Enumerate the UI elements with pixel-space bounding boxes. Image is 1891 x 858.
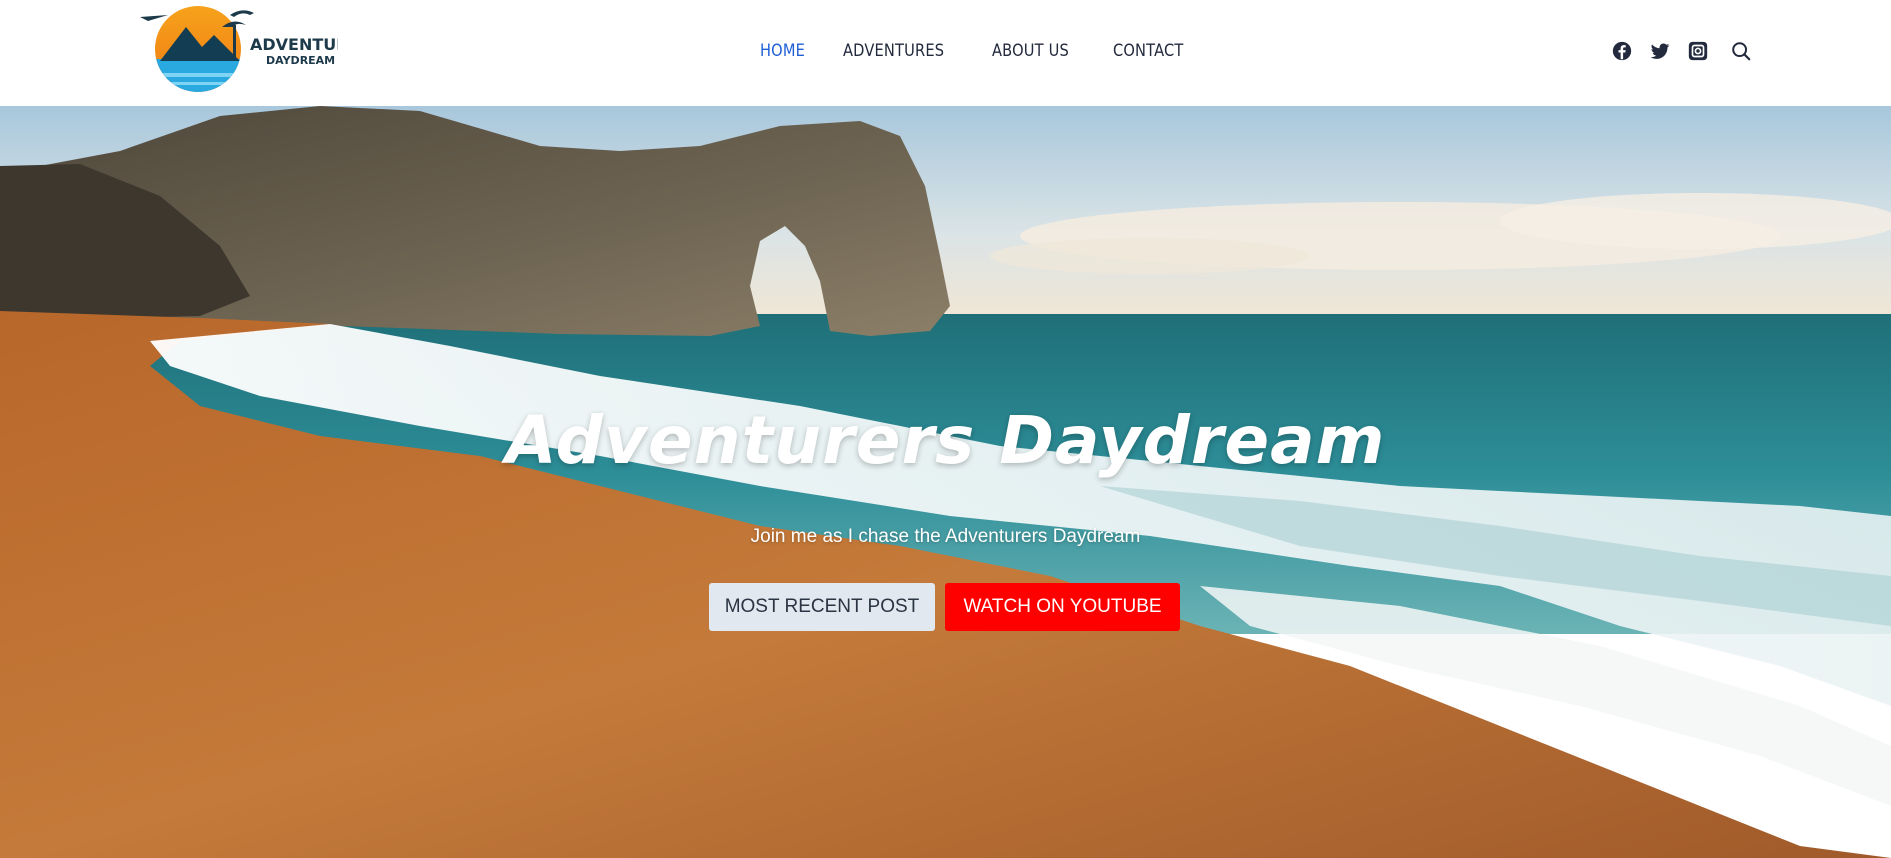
nav-adventures[interactable]: ADVENTURES xyxy=(843,41,944,61)
instagram-icon[interactable] xyxy=(1687,40,1709,62)
nav-home[interactable]: HOME xyxy=(760,41,805,61)
hero-section: Adventurers Daydream Join me as I chase … xyxy=(0,106,1891,858)
site-logo[interactable]: ADVENTURERS DAYDREAM xyxy=(138,3,338,93)
hero-subtitle: Join me as I chase the Adventurers Daydr… xyxy=(750,526,1141,547)
hero-title: Adventurers Daydream xyxy=(505,402,1386,479)
nav-contact[interactable]: CONTACT xyxy=(1113,41,1184,61)
main-nav: HOME ADVENTURES ABOUT US CONTACT xyxy=(760,36,1226,66)
twitter-icon[interactable] xyxy=(1649,40,1671,62)
site-header: ADVENTURERS DAYDREAM HOME ADVENTURES ABO… xyxy=(0,0,1891,106)
hero-background-image xyxy=(0,106,1891,858)
nav-about-us[interactable]: ABOUT US xyxy=(992,41,1069,61)
search-icon[interactable] xyxy=(1730,40,1752,62)
watch-on-youtube-button[interactable]: WATCH ON YOUTUBE xyxy=(945,583,1180,631)
logo-text-top: ADVENTURERS xyxy=(250,35,338,54)
social-links xyxy=(1611,38,1752,64)
most-recent-post-button[interactable]: MOST RECENT POST xyxy=(709,583,935,631)
facebook-icon[interactable] xyxy=(1611,40,1633,62)
logo-text-bottom: DAYDREAM xyxy=(266,54,335,67)
